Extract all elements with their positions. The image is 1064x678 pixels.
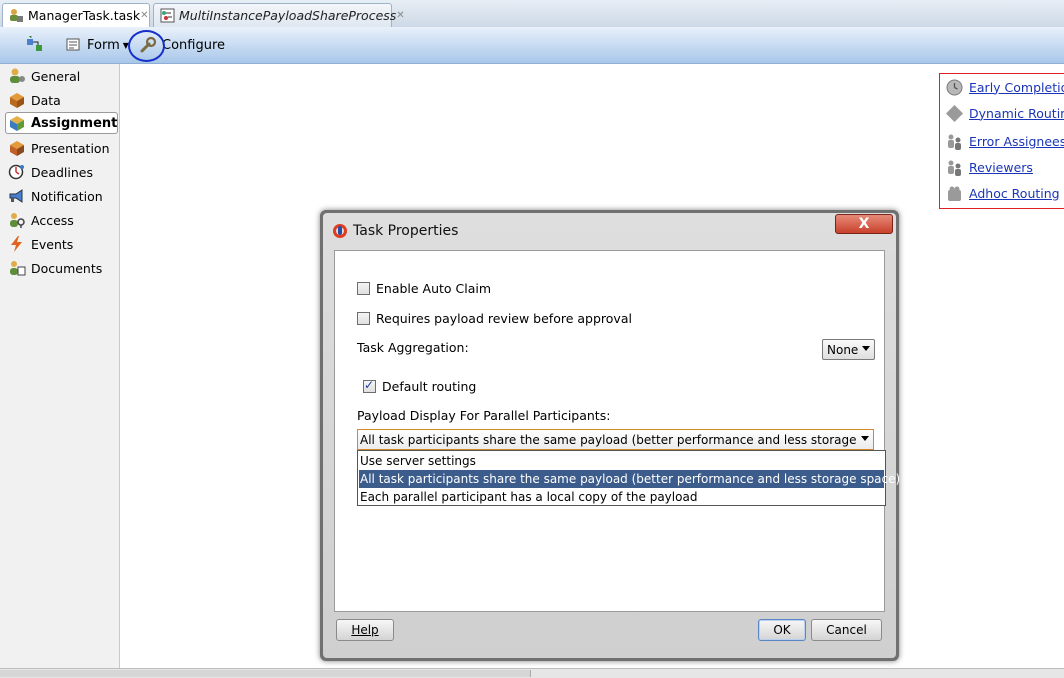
nav-item-events[interactable]: Events bbox=[8, 233, 73, 255]
nav-item-assignment[interactable]: Assignment bbox=[5, 112, 118, 134]
help-label: Help bbox=[351, 623, 379, 637]
close-tab-icon[interactable]: ✕ bbox=[396, 10, 404, 21]
nav-label: Data bbox=[31, 92, 61, 108]
dynamic-routing-link[interactable]: Dynamic Routing bbox=[946, 103, 1064, 123]
nav-label: Notification bbox=[31, 188, 103, 204]
early-completion-link[interactable]: Early Completion bbox=[946, 77, 1064, 97]
default-routing-label: Default routing bbox=[382, 379, 477, 394]
access-icon bbox=[8, 212, 26, 228]
payload-display-value: All task participants share the same pay… bbox=[360, 432, 858, 447]
link-text[interactable]: Early Completion bbox=[969, 80, 1064, 95]
nav-label: Presentation bbox=[31, 140, 110, 156]
nav-label: Deadlines bbox=[31, 164, 93, 180]
error-assignees-link[interactable]: Error Assignees bbox=[946, 131, 1064, 151]
users-icon bbox=[946, 133, 963, 150]
dialog-title: Task Properties bbox=[353, 223, 459, 239]
documents-icon bbox=[8, 260, 26, 276]
nav-item-access[interactable]: Access bbox=[8, 209, 74, 231]
nav-label: Access bbox=[31, 212, 74, 228]
adhoc-routing-link[interactable]: Adhoc Routing bbox=[946, 183, 1060, 203]
requires-review-label: Requires payload review before approval bbox=[376, 311, 632, 326]
flow-icon bbox=[27, 36, 42, 51]
presentation-icon bbox=[8, 140, 26, 156]
dropdown-option[interactable]: Use server settings bbox=[359, 452, 884, 470]
nav-item-presentation[interactable]: Presentation bbox=[8, 137, 110, 159]
cancel-button[interactable]: Cancel bbox=[811, 619, 882, 641]
tab-multiinstance-process[interactable]: MultiInstancePayloadShareProcess ✕ bbox=[153, 3, 405, 27]
help-button[interactable]: Help bbox=[336, 619, 394, 641]
requires-review-row[interactable]: Requires payload review before approval bbox=[357, 311, 632, 326]
dialog-frame: Task Properties X Enable Auto Claim Requ… bbox=[323, 213, 900, 658]
cancel-label: Cancel bbox=[826, 623, 867, 637]
tab-label: MultiInstancePayloadShareProcess bbox=[179, 8, 397, 23]
clock-icon bbox=[946, 79, 963, 96]
link-text[interactable]: Reviewers bbox=[969, 160, 1033, 175]
nav-label: Documents bbox=[31, 260, 103, 276]
payload-display-dropdown-list: Use server settings All task participant… bbox=[357, 450, 900, 506]
task-file-icon bbox=[9, 8, 24, 23]
chevron-down-icon bbox=[861, 436, 869, 441]
process-file-icon bbox=[160, 8, 175, 23]
general-icon bbox=[8, 68, 26, 84]
data-icon bbox=[8, 92, 26, 108]
default-routing-checkbox[interactable] bbox=[363, 378, 376, 393]
configure-label: Configure bbox=[162, 37, 226, 53]
nav-item-general[interactable]: General bbox=[8, 65, 80, 87]
tab-label: ManagerTask.task bbox=[28, 8, 141, 23]
nav-item-deadlines[interactable]: Deadlines bbox=[8, 161, 93, 183]
nav-label: Assignment bbox=[31, 115, 118, 131]
close-button[interactable]: X bbox=[835, 214, 893, 234]
dropdown-option[interactable]: Each parallel participant has a local co… bbox=[359, 488, 884, 506]
users-icon bbox=[946, 159, 963, 176]
nav-item-data[interactable]: Data bbox=[8, 89, 61, 111]
reviewers-link[interactable]: Reviewers bbox=[946, 157, 1033, 177]
default-routing-row[interactable]: Default routing bbox=[363, 378, 477, 394]
nav-label: General bbox=[31, 68, 81, 84]
nav-label: Events bbox=[31, 236, 74, 252]
nav-item-documents[interactable]: Documents bbox=[8, 257, 102, 279]
chevron-down-icon bbox=[862, 346, 870, 351]
form-label: Form bbox=[87, 37, 120, 53]
routing-options-panel: Early Completion Dynamic Routing Error A… bbox=[939, 73, 1064, 209]
link-text[interactable]: Dynamic Routing bbox=[969, 106, 1064, 121]
java-icon bbox=[333, 224, 347, 238]
task-properties-dialog: Task Properties X Enable Auto Claim Requ… bbox=[320, 210, 900, 661]
dialog-content-panel: Enable Auto Claim Requires payload revie… bbox=[334, 250, 900, 612]
dialog-title-bar: Task Properties bbox=[333, 219, 458, 243]
nav-item-notification[interactable]: Notification bbox=[8, 185, 103, 207]
puzzle-icon bbox=[946, 185, 963, 202]
ok-button[interactable]: OK bbox=[758, 619, 806, 641]
link-text[interactable]: Error Assignees bbox=[969, 134, 1064, 149]
enable-auto-claim-row[interactable]: Enable Auto Claim bbox=[357, 281, 491, 296]
diamond-icon bbox=[946, 104, 963, 122]
left-navigation: General Data Assignment Presentation Dea… bbox=[0, 64, 120, 677]
dropdown-option-selected[interactable]: All task participants share the same pay… bbox=[359, 470, 900, 488]
task-aggregation-select[interactable]: None bbox=[822, 339, 875, 360]
payload-display-select[interactable]: All task participants share the same pay… bbox=[357, 429, 874, 450]
tab-manager-task[interactable]: ManagerTask.task ✕ bbox=[2, 3, 150, 27]
deadlines-icon bbox=[8, 164, 26, 180]
scrollbar-thumb[interactable] bbox=[0, 670, 531, 677]
annotation-circle bbox=[128, 30, 165, 62]
editor-tab-bar: ManagerTask.task ✕ MultiInstancePayloadS… bbox=[0, 0, 1064, 28]
link-text[interactable]: Adhoc Routing bbox=[969, 186, 1060, 201]
add-flow-button[interactable] bbox=[26, 27, 44, 63]
enable-auto-claim-label: Enable Auto Claim bbox=[376, 281, 492, 296]
close-tab-icon[interactable]: ✕ bbox=[140, 10, 148, 21]
payload-display-label: Payload Display For Parallel Participant… bbox=[357, 408, 611, 423]
enable-auto-claim-checkbox[interactable] bbox=[357, 282, 370, 295]
task-aggregation-label: Task Aggregation: bbox=[357, 340, 469, 355]
form-icon bbox=[66, 38, 80, 51]
assignment-icon bbox=[8, 115, 26, 131]
form-menu-button[interactable]: Form ▼ bbox=[66, 27, 129, 63]
notification-icon bbox=[8, 188, 26, 204]
events-icon bbox=[8, 236, 26, 252]
requires-review-checkbox[interactable] bbox=[357, 312, 370, 325]
task-aggregation-value: None bbox=[827, 342, 859, 357]
ok-label: OK bbox=[773, 623, 791, 637]
